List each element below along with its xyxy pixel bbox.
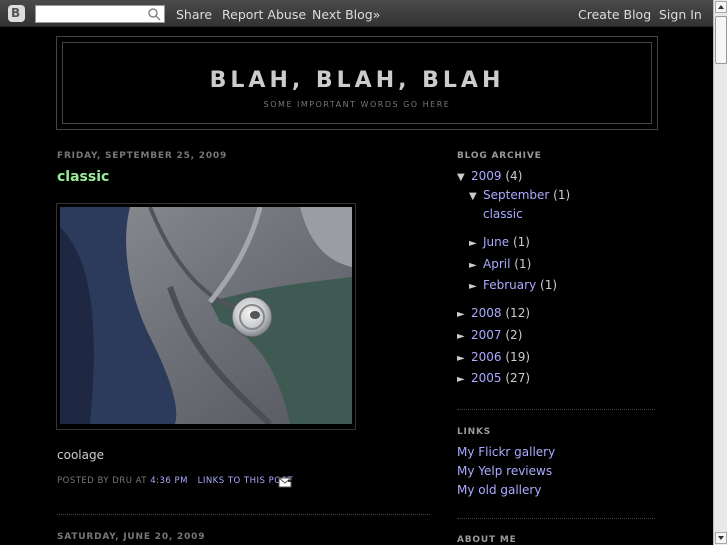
blog-header-inner: BLAH, BLAH, BLAH SOME IMPORTANT WORDS GO… (62, 42, 652, 124)
posted-by-label: POSTED BY DRU AT (57, 476, 148, 486)
email-post-icon[interactable] (278, 475, 296, 488)
collapse-toggle-icon[interactable]: ▼ (469, 191, 483, 202)
expand-toggle-icon[interactable]: ► (457, 331, 471, 342)
scroll-up-button[interactable] (715, 1, 727, 13)
archive-post-classic: classic (483, 207, 523, 221)
about-me-header: ABOUT ME (457, 535, 517, 545)
blog-archive-header: BLOG ARCHIVE (457, 151, 542, 161)
archive-link-2006[interactable]: 2006 (471, 350, 502, 364)
links-header: LINKS (457, 427, 492, 437)
post-date-header: FRIDAY, SEPTEMBER 25, 2009 (57, 151, 228, 161)
old-gallery-link[interactable]: My old gallery (457, 483, 541, 497)
archive-link-june[interactable]: June (483, 235, 509, 249)
arrow-up-icon (718, 5, 724, 9)
share-link[interactable]: Share (176, 7, 212, 22)
archive-link-2008[interactable]: 2008 (471, 306, 502, 320)
archive-year-2006: ► 2006 (19) (457, 350, 530, 364)
logo-letter: B (11, 6, 21, 20)
archive-month-september: ▼ September (1) (469, 188, 570, 202)
archive-count: (1) (514, 257, 532, 271)
archive-count: (1) (512, 235, 530, 249)
archive-month-april: ► April (1) (469, 257, 531, 271)
next-post-date-header: SATURDAY, JUNE 20, 2009 (57, 532, 206, 542)
blog-header: BLAH, BLAH, BLAH SOME IMPORTANT WORDS GO… (56, 36, 658, 130)
post-title[interactable]: classic (57, 169, 109, 185)
post-timestamp-link[interactable]: 4:36 PM (150, 476, 188, 486)
archive-month-june: ► June (1) (469, 235, 530, 249)
flickr-gallery-link[interactable]: My Flickr gallery (457, 445, 555, 459)
expand-toggle-icon[interactable]: ► (469, 260, 483, 271)
archive-count: (19) (505, 350, 531, 364)
post-footer: POSTED BY DRU AT 4:36 PM LINKS TO THIS P… (57, 476, 293, 486)
archive-count: (1) (540, 278, 558, 292)
archive-count: (27) (505, 371, 531, 385)
blog-title[interactable]: BLAH, BLAH, BLAH (63, 68, 651, 93)
post-divider (57, 514, 430, 515)
scrollbar-thumb[interactable] (715, 16, 727, 64)
archive-year-2009: ▼ 2009 (4) (457, 169, 522, 183)
sign-in-link[interactable]: Sign In (659, 7, 702, 22)
collapse-toggle-icon[interactable]: ▼ (457, 172, 471, 183)
archive-year-2008: ► 2008 (12) (457, 306, 530, 320)
archive-count: (4) (505, 169, 523, 183)
archive-link-2007[interactable]: 2007 (471, 328, 502, 342)
blogger-logo-icon[interactable]: B (8, 5, 25, 22)
archive-count: (2) (505, 328, 523, 342)
can-in-jacket-photo (60, 207, 352, 424)
blog-description: SOME IMPORTANT WORDS GO HERE (263, 100, 451, 109)
archive-month-february: ► February (1) (469, 278, 557, 292)
archive-year-2007: ► 2007 (2) (457, 328, 522, 342)
scroll-down-button[interactable] (715, 532, 727, 544)
expand-toggle-icon[interactable]: ► (469, 281, 483, 292)
blogger-navbar: B Share Report Abuse Next Blog» Create B… (0, 0, 713, 27)
archive-link-september[interactable]: September (483, 188, 549, 202)
search-input[interactable] (35, 5, 165, 23)
archive-year-2005: ► 2005 (27) (457, 371, 530, 385)
search-icon[interactable] (147, 7, 161, 21)
post-body: coolage (57, 448, 104, 462)
report-abuse-link[interactable]: Report Abuse (222, 7, 306, 22)
archive-count: (12) (505, 306, 531, 320)
archive-link-2009[interactable]: 2009 (471, 169, 502, 183)
arrow-down-icon (718, 536, 724, 540)
expand-toggle-icon[interactable]: ► (457, 353, 471, 364)
archive-post-link-classic[interactable]: classic (483, 207, 523, 221)
expand-toggle-icon[interactable]: ► (457, 309, 471, 320)
post-image[interactable] (56, 203, 356, 430)
vertical-scrollbar[interactable] (713, 0, 727, 545)
yelp-reviews-link[interactable]: My Yelp reviews (457, 464, 552, 478)
archive-link-2005[interactable]: 2005 (471, 371, 502, 385)
sidebar-divider (457, 518, 655, 519)
expand-toggle-icon[interactable]: ► (469, 238, 483, 249)
sidebar-divider (457, 409, 655, 410)
archive-count: (1) (553, 188, 571, 202)
archive-link-april[interactable]: April (483, 257, 510, 271)
next-blog-link[interactable]: Next Blog» (312, 7, 380, 22)
create-blog-link[interactable]: Create Blog (578, 7, 651, 22)
expand-toggle-icon[interactable]: ► (457, 374, 471, 385)
archive-link-february[interactable]: February (483, 278, 536, 292)
